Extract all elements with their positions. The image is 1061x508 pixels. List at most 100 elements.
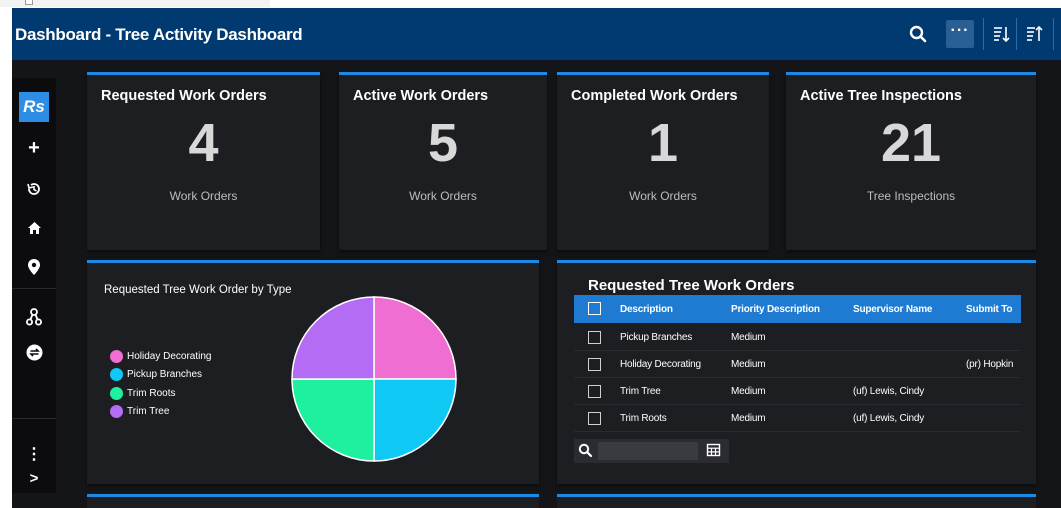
- table-search-input[interactable]: [598, 442, 698, 460]
- legend-item[interactable]: Holiday Decorating: [110, 347, 212, 366]
- card-value: 1: [647, 113, 679, 173]
- header-divider: [1053, 18, 1054, 50]
- table-row[interactable]: Pickup Branches Medium: [574, 325, 1021, 351]
- legend-label: Trim Roots: [127, 387, 176, 399]
- card-title: Active Work Orders: [353, 88, 489, 104]
- grid-icon[interactable]: [706, 443, 721, 458]
- row-checkbox[interactable]: [588, 385, 601, 398]
- header-divider: [983, 18, 984, 50]
- expand-sidebar-button[interactable]: >: [18, 466, 50, 490]
- card-value: 21: [880, 113, 942, 173]
- row-checkbox[interactable]: [588, 358, 601, 371]
- legend-label: Holiday Decorating: [127, 350, 212, 362]
- table-row[interactable]: Trim Tree Medium (uf) Lewis, Cindy: [574, 379, 1021, 405]
- cell-description: Holiday Decorating: [620, 359, 701, 370]
- sort-descending-button[interactable]: [987, 20, 1015, 48]
- sidebar: Rs + ⋮ >: [12, 78, 56, 493]
- select-all-checkbox[interactable]: [588, 302, 601, 315]
- card-title: Requested Work Orders: [101, 88, 267, 104]
- cell-priority: Medium: [731, 386, 766, 397]
- cell-supervisor: (uf) Lewis, Cindy: [853, 386, 925, 397]
- legend-swatch: [110, 368, 123, 382]
- active-work-orders-card[interactable]: Active Work Orders 5 Work Orders: [339, 72, 547, 250]
- dashboard-app: Dashboard - Tree Activity Dashboard ···: [12, 8, 1061, 508]
- cell-description: Trim Roots: [620, 413, 667, 424]
- sort-ascending-icon: [1027, 25, 1043, 41]
- column-header-submit-to[interactable]: Submit To: [966, 304, 1013, 315]
- card-subtitle: Work Orders: [169, 189, 238, 203]
- legend-label: Trim Tree: [127, 406, 170, 418]
- column-header-priority[interactable]: Priority Description: [731, 304, 820, 315]
- row-checkbox[interactable]: [588, 412, 601, 425]
- location-pin-icon: [28, 259, 40, 275]
- workflow-icon: [26, 308, 42, 326]
- column-header-description[interactable]: Description: [620, 304, 673, 315]
- completed-work-orders-card[interactable]: Completed Work Orders 1 Work Orders: [557, 72, 769, 250]
- legend-item[interactable]: Trim Tree: [110, 403, 212, 422]
- card-subtitle: Work Orders: [629, 189, 697, 203]
- card-value: 5: [427, 113, 459, 173]
- header-divider: [1016, 18, 1017, 50]
- table-pager[interactable]: · · · · · ·: [942, 448, 973, 454]
- home-button[interactable]: [18, 216, 50, 240]
- legend-label: Pickup Branches: [127, 369, 203, 381]
- card-title: Completed Work Orders: [571, 88, 738, 104]
- more-menu-button[interactable]: ⋮: [18, 443, 50, 467]
- cell-supervisor: (uf) Lewis, Cindy: [853, 413, 925, 424]
- chart-legend: Holiday Decorating Pickup Branches Trim …: [110, 347, 212, 421]
- requested-work-orders-card[interactable]: Requested Work Orders 4 Work Orders: [87, 72, 320, 250]
- new-button[interactable]: +: [18, 136, 50, 160]
- cell-description: Pickup Branches: [620, 332, 693, 343]
- table-row[interactable]: Trim Roots Medium (uf) Lewis, Cindy: [574, 406, 1021, 432]
- search-icon[interactable]: [578, 443, 593, 458]
- cell-priority: Medium: [731, 332, 766, 343]
- legend-swatch: [110, 386, 123, 400]
- search-button[interactable]: [904, 20, 932, 48]
- row-checkbox[interactable]: [588, 331, 601, 344]
- chevron-right-icon: >: [29, 469, 39, 487]
- plus-icon: +: [28, 137, 40, 159]
- chart-title: Requested Tree Work Order by Type: [104, 284, 292, 296]
- cell-description: Trim Tree: [620, 386, 661, 397]
- table-search-bar: [574, 439, 729, 463]
- sort-descending-icon: [994, 27, 1010, 43]
- search-icon: [909, 25, 927, 43]
- legend-swatch: [110, 405, 123, 419]
- pie-slice-pickup-branches[interactable]: [373, 378, 457, 462]
- active-tree-inspections-card[interactable]: Active Tree Inspections 21 Tree Inspecti…: [786, 72, 1036, 250]
- cell-priority: Medium: [731, 413, 766, 424]
- legend-swatch: [110, 349, 123, 363]
- history-button[interactable]: [18, 177, 50, 201]
- bottom-card-right: [557, 494, 1036, 508]
- home-icon: [27, 222, 41, 234]
- sort-ascending-button[interactable]: [1020, 20, 1048, 48]
- table-title: Requested Tree Work Orders: [588, 277, 795, 294]
- background-dots: ···: [234, 0, 243, 3]
- card-value: 4: [188, 113, 219, 173]
- history-icon: [27, 183, 40, 195]
- app-header: Dashboard - Tree Activity Dashboard ···: [12, 8, 1061, 60]
- work-order-type-chart-card: Requested Tree Work Order by Type Holida…: [87, 260, 539, 484]
- table-row[interactable]: Holiday Decorating Medium (pr) Hopkin: [574, 352, 1021, 378]
- more-options-button[interactable]: ···: [946, 20, 974, 48]
- card-subtitle: Tree Inspections: [866, 189, 956, 203]
- card-subtitle: Work Orders: [409, 189, 477, 203]
- background-window-strip: ···: [0, 0, 270, 7]
- cell-submit-to: (pr) Hopkin: [966, 359, 1014, 370]
- pie-chart[interactable]: [291, 296, 457, 462]
- pie-slice-holiday-decorating[interactable]: [373, 296, 457, 380]
- app-logo[interactable]: Rs: [19, 92, 49, 122]
- page-title: Dashboard - Tree Activity Dashboard: [15, 25, 303, 44]
- pie-slice-trim-tree[interactable]: [291, 296, 375, 380]
- legend-item[interactable]: Trim Roots: [110, 384, 212, 403]
- table-header: Description Priority Description Supervi…: [574, 295, 1021, 323]
- sync-icon: [26, 344, 42, 360]
- legend-item[interactable]: Pickup Branches: [110, 366, 212, 385]
- workflow-button[interactable]: [18, 305, 50, 329]
- bottom-card-left: [87, 494, 539, 508]
- background-checkbox: [25, 0, 33, 5]
- sync-button[interactable]: [18, 340, 50, 364]
- map-button[interactable]: [18, 255, 50, 279]
- column-header-supervisor[interactable]: Supervisor Name: [853, 304, 932, 315]
- pie-slice-trim-roots[interactable]: [291, 378, 375, 462]
